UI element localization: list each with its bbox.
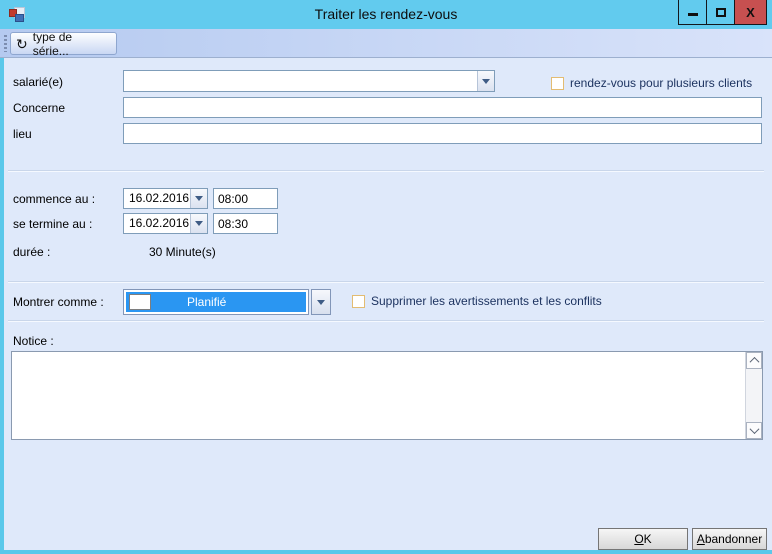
salarie-combobox-value — [124, 71, 477, 91]
commence-label: commence au : — [13, 192, 96, 206]
concerne-input[interactable] — [123, 97, 762, 118]
salarie-dropdown-button[interactable] — [477, 71, 494, 91]
status-color-swatch — [129, 294, 151, 310]
chevron-down-icon — [195, 196, 203, 201]
montrer-selected-item: Planifié — [126, 292, 306, 312]
window-bottom-border — [0, 550, 772, 554]
montrer-value: Planifié — [187, 295, 227, 309]
chevron-down-icon — [749, 424, 759, 435]
app-icon-blue-square — [15, 14, 24, 22]
abandonner-button[interactable]: Abandonner — [692, 528, 767, 550]
montrer-combobox[interactable]: Planifié — [123, 289, 309, 315]
scroll-up-button[interactable] — [746, 352, 762, 369]
ok-button-accel: O — [634, 532, 644, 546]
chevron-up-icon — [749, 356, 759, 367]
termine-label: se termine au : — [13, 217, 93, 231]
chevron-down-icon — [195, 221, 203, 226]
titlebar: Traiter les rendez-vous X — [0, 0, 772, 29]
window-controls: X — [678, 0, 767, 25]
notice-field — [11, 351, 763, 440]
notice-label: Notice : — [13, 334, 54, 348]
abandonner-button-label: bandonner — [704, 532, 763, 546]
supprimer-checkbox-label: Supprimer les avertissements et les conf… — [371, 294, 602, 308]
commence-date-value: 16.02.2016 — [129, 191, 190, 205]
window-title: Traiter les rendez-vous — [314, 6, 458, 22]
close-button[interactable]: X — [734, 0, 767, 25]
recurrence-icon: ↻ — [16, 35, 28, 52]
salarie-label: salarié(e) — [13, 75, 64, 89]
termine-date-value: 16.02.2016 — [129, 216, 190, 230]
section-separator — [8, 170, 764, 172]
termine-time-input[interactable] — [213, 213, 278, 234]
supprimer-checkbox[interactable] — [352, 295, 365, 308]
duree-label: durée : — [13, 245, 51, 259]
maximize-button[interactable] — [706, 0, 734, 25]
chevron-down-icon — [317, 299, 325, 305]
lieu-label: lieu — [13, 127, 32, 141]
section-separator — [8, 281, 764, 283]
series-type-button-label: type de série... — [32, 29, 73, 58]
chevron-down-icon — [482, 78, 490, 84]
dialog-traiter-rendez-vous: Traiter les rendez-vous X ↻ type de séri… — [0, 0, 772, 554]
duree-value: 30 Minute(s) — [149, 245, 216, 259]
series-type-button[interactable]: ↻ type de série... — [10, 29, 117, 58]
window-left-border — [0, 58, 4, 554]
commence-time-input[interactable] — [213, 188, 278, 209]
notice-scrollbar[interactable] — [745, 352, 762, 439]
toolbar: ↻ type de série... — [0, 29, 772, 58]
app-icon — [9, 7, 25, 22]
concerne-label: Concerne — [13, 101, 66, 115]
minimize-icon — [687, 12, 698, 16]
scroll-down-button[interactable] — [746, 422, 762, 439]
maximize-icon — [715, 7, 726, 17]
ok-button[interactable]: OK — [598, 528, 688, 550]
montrer-label: Montrer comme : — [13, 295, 104, 309]
termine-date-dropdown-button[interactable] — [190, 214, 207, 233]
multi-clients-checkbox-label: rendez-vous pour plusieurs clients — [570, 76, 753, 90]
close-icon: X — [746, 4, 755, 20]
salarie-combobox[interactable] — [123, 70, 495, 92]
ok-button-label: K — [643, 532, 652, 546]
minimize-button[interactable] — [678, 0, 706, 25]
section-separator — [8, 320, 764, 322]
notice-textarea[interactable] — [12, 352, 745, 439]
commence-date-dropdown-button[interactable] — [190, 189, 207, 208]
toolbar-grip-handle[interactable] — [4, 35, 7, 52]
termine-date-picker[interactable]: 16.02.2016 — [123, 213, 208, 234]
commence-date-picker[interactable]: 16.02.2016 — [123, 188, 208, 209]
abandonner-button-accel: A — [696, 532, 705, 546]
multi-clients-checkbox[interactable] — [551, 77, 564, 90]
montrer-dropdown-button[interactable] — [311, 289, 331, 315]
lieu-input[interactable] — [123, 123, 762, 144]
